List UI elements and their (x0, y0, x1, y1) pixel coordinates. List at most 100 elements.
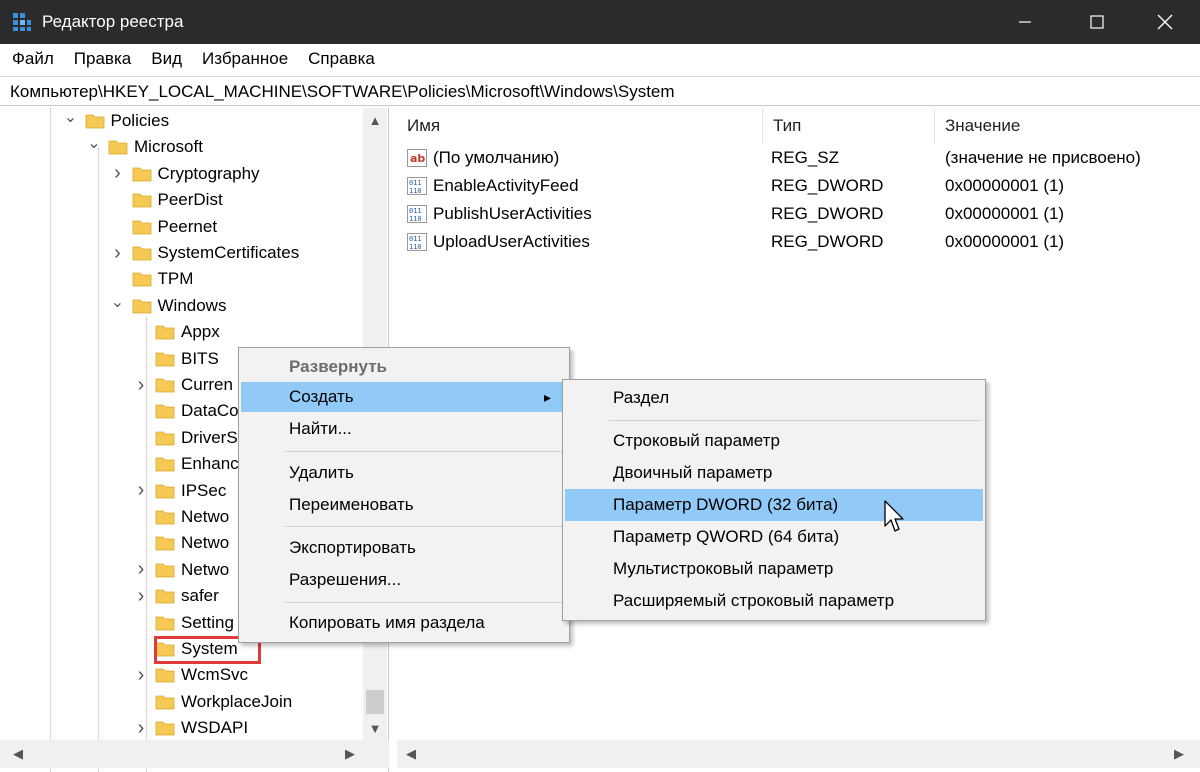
address-bar[interactable]: Компьютер\HKEY_LOCAL_MACHINE\SOFTWARE\Po… (0, 76, 1200, 106)
scroll-left-arrow-icon[interactable]: ◀ (399, 740, 423, 768)
list-cell-name: (По умолчанию) (433, 148, 560, 167)
tree-item[interactable]: › WcmSvc (133, 662, 248, 688)
tree-item[interactable]: Appx (133, 319, 220, 345)
menu-permissions[interactable]: Разрешения... (241, 565, 567, 595)
tree-item[interactable]: Netwo (133, 530, 229, 556)
chevron-down-icon[interactable]: ⌄ (63, 109, 79, 126)
chevron-right-icon[interactable]: › (110, 242, 126, 264)
list-horizontal-scrollbar[interactable]: ◀ ▶ (397, 740, 1200, 768)
column-header-name[interactable]: Имя (397, 108, 763, 144)
tree-item[interactable]: › SystemCertificates (110, 240, 299, 266)
list-item[interactable]: 011 110 UploadUserActivities REG_DWORD 0x000… (397, 228, 1200, 256)
tree-item[interactable]: Setting (133, 610, 234, 636)
tree-item[interactable]: › safer (133, 583, 219, 609)
tree-item[interactable]: DriverS (133, 425, 238, 451)
folder-icon (108, 139, 128, 155)
tree-item[interactable]: DataCo (133, 398, 239, 424)
column-header-type[interactable]: Тип (763, 108, 935, 144)
chevron-down-icon[interactable]: ⌄ (110, 294, 126, 311)
tree-item[interactable]: › Cryptography (110, 161, 259, 187)
tree-item[interactable]: › Curren (133, 372, 233, 398)
list-cell-type: REG_DWORD (771, 176, 884, 195)
list-item[interactable]: 011 110 EnableActivityFeed REG_DWORD 0x00000… (397, 172, 1200, 200)
submenu-qword-value[interactable]: Параметр QWORD (64 бита) (565, 521, 983, 553)
scroll-left-arrow-icon[interactable]: ◀ (6, 740, 30, 768)
menu-find[interactable]: Найти... (241, 414, 567, 444)
maximize-button[interactable] (1062, 0, 1132, 44)
close-button[interactable] (1130, 0, 1200, 44)
folder-icon (132, 245, 152, 261)
menu-favorites[interactable]: Избранное (192, 44, 298, 74)
folder-icon (155, 509, 175, 525)
list-cell-name: UploadUserActivities (433, 232, 590, 251)
folder-icon (85, 113, 105, 129)
folder-icon (155, 351, 175, 367)
menu-export[interactable]: Экспортировать (241, 533, 567, 563)
scroll-right-arrow-icon[interactable]: ▶ (1167, 740, 1191, 768)
tree-item[interactable]: Peernet (110, 214, 217, 240)
tree-item[interactable]: ⌄ Windows (110, 293, 227, 319)
svg-text:110: 110 (409, 243, 422, 251)
tree-item[interactable]: › Netwo (133, 557, 230, 583)
scroll-right-arrow-icon[interactable]: ▶ (338, 740, 362, 768)
menu-separator (609, 420, 981, 421)
folder-icon (155, 456, 175, 472)
menu-rename[interactable]: Переименовать (241, 490, 567, 520)
submenu-expandable-string-value[interactable]: Расширяемый строковый параметр (565, 585, 983, 617)
tree-item[interactable]: Enhanc (133, 451, 239, 477)
column-header-value[interactable]: Значение (935, 108, 1200, 144)
tree-item[interactable]: BITS (133, 346, 219, 372)
menu-expand[interactable]: Развернуть (241, 352, 567, 382)
scroll-thumb[interactable] (366, 690, 384, 714)
submenu-dword-value[interactable]: Параметр DWORD (32 бита) (565, 489, 983, 521)
tree-item[interactable]: › WSDAPI (133, 715, 248, 741)
chevron-right-icon[interactable]: › (133, 558, 149, 580)
chevron-down-icon[interactable]: ⌄ (86, 135, 102, 152)
menu-file[interactable]: Файл (0, 44, 64, 74)
submenu-key[interactable]: Раздел (565, 382, 983, 414)
folder-icon (132, 271, 152, 287)
submenu-string-value[interactable]: Строковый параметр (565, 425, 983, 457)
tree-item-label: Netwo (181, 533, 230, 553)
chevron-right-icon[interactable]: › (133, 664, 149, 686)
menu-copy-key-name[interactable]: Копировать имя раздела (241, 608, 567, 638)
submenu-multistring-value[interactable]: Мультистроковый параметр (565, 553, 983, 585)
list-item[interactable]: ab (По умолчанию) REG_SZ (значение не присв… (397, 144, 1200, 172)
tree-item-label: Setting (181, 612, 234, 632)
menu-delete[interactable]: Удалить (241, 458, 567, 488)
minimize-button[interactable] (990, 0, 1060, 44)
list-item[interactable]: 011 110 PublishUserActivities REG_DWORD 0x00… (397, 200, 1200, 228)
chevron-right-icon[interactable]: › (133, 479, 149, 501)
tree-item[interactable]: Netwo (133, 504, 229, 530)
svg-text:011: 011 (409, 207, 422, 215)
tree-item[interactable]: ⌄ Microsoft (86, 134, 203, 160)
list-cell-value: 0x00000001 (1) (945, 176, 1065, 195)
chevron-right-icon[interactable]: › (133, 585, 149, 607)
menu-help[interactable]: Справка (298, 44, 385, 74)
chevron-right-icon[interactable]: › (133, 374, 149, 396)
tree-item[interactable]: TPM (110, 266, 193, 292)
folder-icon (155, 615, 175, 631)
address-path: Компьютер\HKEY_LOCAL_MACHINE\SOFTWARE\Po… (10, 82, 675, 101)
tree-horizontal-scrollbar[interactable]: ◀ ▶ (0, 740, 389, 768)
menu-edit[interactable]: Правка (64, 44, 141, 74)
tree-item-label: DataCo (181, 401, 239, 421)
scroll-up-arrow-icon[interactable]: ▲ (363, 108, 387, 132)
tree-item[interactable]: ⌄ Policies (63, 108, 169, 134)
scroll-down-arrow-icon[interactable]: ▼ (363, 716, 387, 740)
menu-create[interactable]: Создать ▸ (241, 382, 567, 412)
chevron-right-icon[interactable]: › (110, 162, 126, 184)
tree-item[interactable]: › IPSec (133, 478, 227, 504)
tree-item[interactable]: WorkplaceJoin (133, 689, 292, 715)
chevron-right-icon[interactable]: › (133, 717, 149, 739)
menu-view[interactable]: Вид (141, 44, 192, 74)
submenu-binary-value[interactable]: Двоичный параметр (565, 457, 983, 489)
tree-item-label: Netwo (181, 559, 230, 579)
list-cell-name: PublishUserActivities (433, 204, 592, 223)
tree-item[interactable]: PeerDist (110, 187, 223, 213)
